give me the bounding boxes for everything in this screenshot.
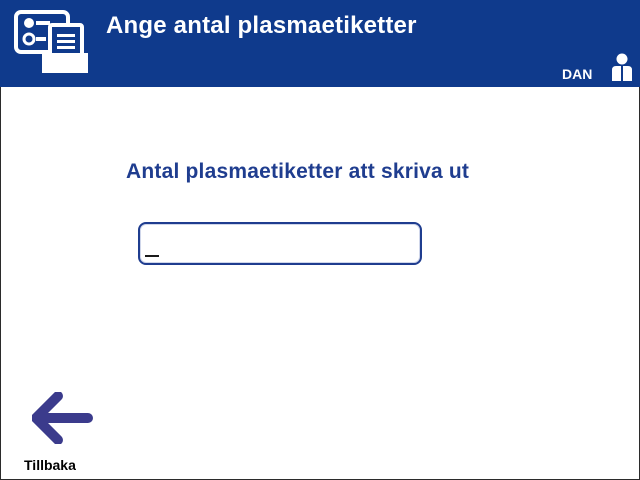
page-title: Ange antal plasmaetiketter	[106, 12, 417, 39]
user-icon[interactable]	[610, 53, 634, 81]
user-label: DAN	[562, 66, 593, 82]
label-count-input[interactable]	[138, 222, 422, 265]
back-button[interactable]: Tillbaka	[18, 384, 108, 476]
arrow-left-icon	[32, 392, 93, 444]
input-prompt: Antal plasmaetiketter att skriva ut	[126, 160, 470, 183]
back-label: Tillbaka	[24, 457, 76, 473]
label-printer-icon	[14, 10, 88, 73]
text-cursor	[145, 255, 159, 257]
header-bar: Ange antal plasmaetiketter DAN	[0, 0, 640, 87]
